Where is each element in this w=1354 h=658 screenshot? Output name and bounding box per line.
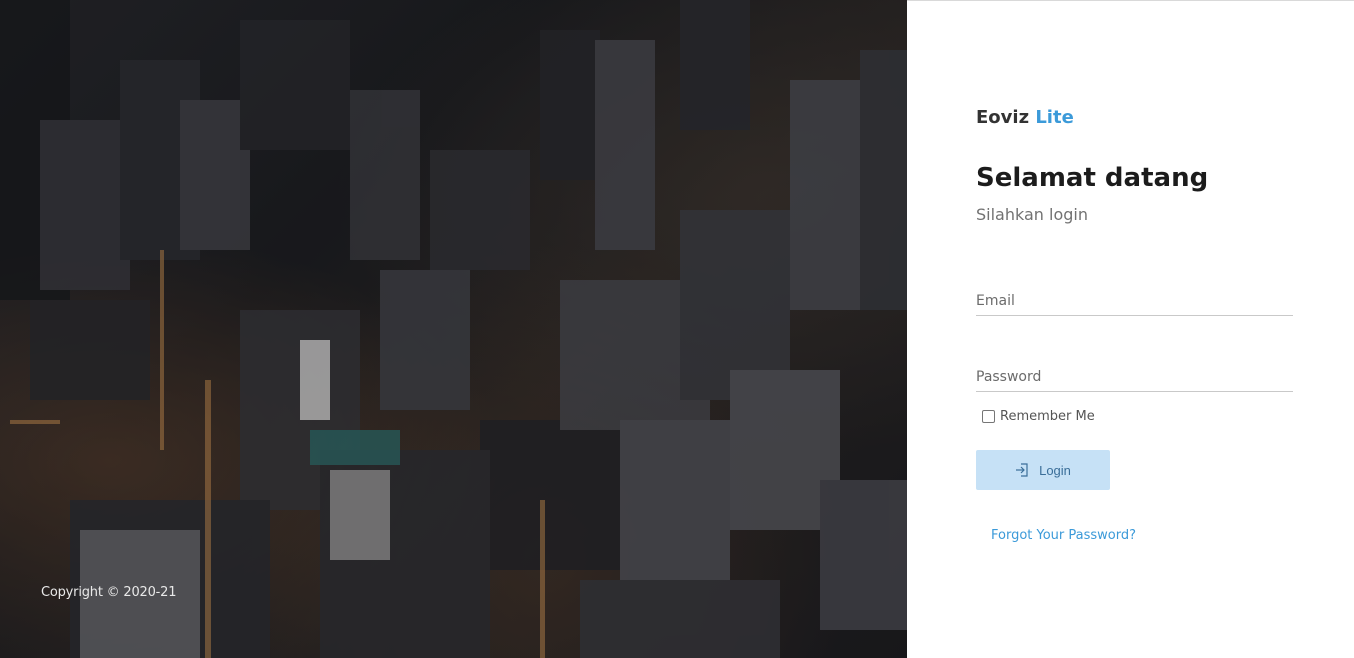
forgot-password-link[interactable]: Forgot Your Password?: [991, 528, 1136, 543]
hero-city-image: Copyright © 2020-21: [0, 0, 907, 658]
copyright-text: Copyright © 2020-21: [41, 585, 177, 600]
password-field-wrapper: [976, 362, 1293, 392]
remember-me[interactable]: Remember Me: [982, 409, 1095, 424]
sign-in-icon: [1015, 463, 1029, 477]
password-field[interactable]: [976, 362, 1293, 391]
remember-me-label: Remember Me: [1000, 409, 1095, 424]
welcome-title: Selamat datang: [976, 163, 1209, 193]
brand-name: Eoviz: [976, 107, 1030, 128]
welcome-subtitle: Silahkan login: [976, 205, 1088, 224]
brand-edition: Lite: [1035, 107, 1074, 128]
login-page: Copyright © 2020-21 Eoviz Lite Selamat d…: [0, 0, 1354, 658]
login-panel: Eoviz Lite Selamat datang Silahkan login…: [907, 0, 1354, 658]
email-field-wrapper: [976, 286, 1293, 316]
brand-logo: Eoviz Lite: [976, 107, 1074, 128]
email-field[interactable]: [976, 286, 1293, 315]
login-button[interactable]: Login: [976, 450, 1110, 490]
login-button-label: Login: [1039, 462, 1071, 478]
remember-me-checkbox[interactable]: [982, 410, 995, 423]
hero-overlay: [0, 0, 907, 658]
